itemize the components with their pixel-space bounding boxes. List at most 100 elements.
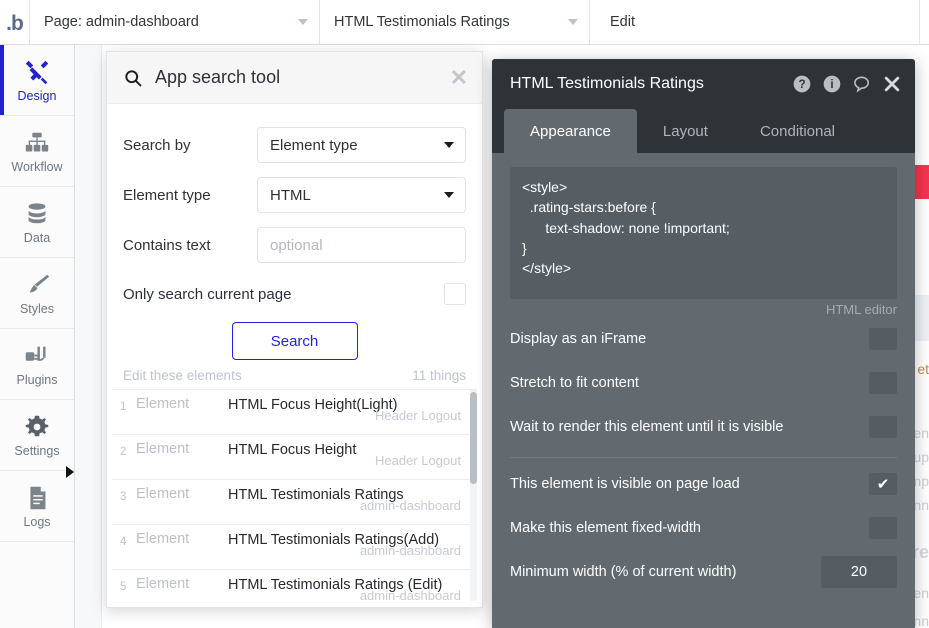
- divider: [510, 457, 897, 458]
- page-selector-label: Page: admin-dashboard: [44, 14, 199, 30]
- row-page-name: admin-dashboard: [359, 543, 461, 558]
- element-type-row: Element type HTML: [123, 170, 466, 220]
- property-editor-header: HTML Testimonials Ratings ? i: [492, 59, 915, 109]
- plug-icon: [22, 341, 52, 371]
- sidebar-item-label: Design: [17, 89, 57, 104]
- element-property-editor: HTML Testimonials Ratings ? i Appearance…: [492, 59, 915, 628]
- canvas-ghost-line: nn: [913, 497, 929, 513]
- document-icon: [22, 483, 52, 513]
- search-icon: [123, 68, 143, 88]
- canvas-ghost-line: en: [913, 425, 929, 441]
- brush-icon: [22, 270, 52, 300]
- table-row[interactable]: 3 Element HTML Testimonials Ratings admi…: [112, 480, 477, 525]
- html-editor-code[interactable]: <style> .rating-stars:before { text-shad…: [510, 167, 897, 299]
- row-page-name: Header Logout: [374, 408, 461, 423]
- canvas-ghost-line: en: [913, 585, 929, 601]
- stretch-to-fit-row: Stretch to fit content: [510, 361, 897, 405]
- element-selector-label: HTML Testimonials Ratings: [334, 14, 510, 30]
- chevron-down-icon: [444, 192, 454, 198]
- row-type: Element: [136, 396, 190, 412]
- app-search-tool-form: Search by Element type Element type HTML…: [107, 104, 482, 368]
- contains-text-input[interactable]: optional: [257, 227, 466, 263]
- search-by-value: Element type: [270, 136, 358, 154]
- app-search-tool-title: App search tool: [155, 67, 281, 87]
- edit-menu[interactable]: Edit: [590, 0, 920, 44]
- chevron-down-icon: [568, 19, 578, 25]
- row-index: 2: [120, 446, 127, 458]
- element-type-dropdown[interactable]: HTML: [257, 177, 466, 213]
- sidebar-item-logs[interactable]: Logs: [0, 471, 74, 542]
- help-icon[interactable]: ?: [792, 74, 812, 94]
- wait-to-render-row: Wait to render this element until it is …: [510, 405, 897, 449]
- wait-to-render-checkbox[interactable]: [869, 416, 897, 438]
- workflow-icon: [22, 128, 52, 158]
- minimum-width-label: Minimum width (% of current width): [510, 564, 737, 580]
- canvas-ghost-line: nn: [913, 613, 929, 628]
- visible-on-page-load-checkbox[interactable]: [869, 473, 897, 495]
- close-icon[interactable]: [882, 74, 902, 94]
- search-button-wrap: Search: [123, 318, 466, 368]
- row-type: Element: [136, 441, 190, 457]
- sidebar-item-label: Styles: [19, 302, 55, 317]
- tab-layout[interactable]: Layout: [637, 109, 734, 153]
- results-scrollbar-thumb[interactable]: [470, 392, 477, 484]
- display-as-iframe-checkbox[interactable]: [869, 328, 897, 350]
- property-editor-header-icons: ? i: [792, 74, 902, 94]
- table-row[interactable]: 2 Element HTML Focus Height Header Logou…: [112, 435, 477, 480]
- stretch-to-fit-checkbox[interactable]: [869, 372, 897, 394]
- top-toolbar: .b Page: admin-dashboard HTML Testimonia…: [0, 0, 929, 45]
- svg-text:?: ?: [798, 78, 805, 91]
- canvas-gutter: [76, 45, 102, 628]
- search-by-dropdown[interactable]: Element type: [257, 127, 466, 163]
- sidebar-expand-arrow-icon[interactable]: [66, 466, 74, 478]
- tab-appearance[interactable]: Appearance: [504, 109, 637, 153]
- row-type: Element: [136, 486, 190, 502]
- bubble-logo-icon: .b: [6, 11, 24, 35]
- table-row[interactable]: 5 Element HTML Testimonials Ratings (Edi…: [112, 570, 477, 601]
- canvas-ghost-line: up: [913, 449, 929, 465]
- minimum-width-input[interactable]: [821, 556, 897, 588]
- tab-conditional[interactable]: Conditional: [734, 109, 861, 153]
- sidebar-item-styles[interactable]: Styles: [0, 258, 74, 329]
- fixed-width-label: Make this element fixed-width: [510, 520, 701, 536]
- sidebar-item-settings[interactable]: Settings: [0, 400, 74, 471]
- comment-icon[interactable]: [852, 74, 872, 94]
- sidebar-item-design[interactable]: Design: [0, 45, 74, 116]
- close-icon[interactable]: ✕: [450, 66, 468, 89]
- app-search-tool-dialog: App search tool ✕ Search by Element type…: [106, 51, 483, 608]
- bubble-logo[interactable]: .b: [0, 0, 30, 44]
- design-icon: [22, 57, 52, 87]
- page-selector[interactable]: Page: admin-dashboard: [30, 0, 320, 44]
- search-results-list[interactable]: 1 Element HTML Focus Height(Light) Heade…: [112, 389, 477, 601]
- results-scrollbar[interactable]: [470, 390, 477, 601]
- sidebar-item-label: Workflow: [11, 160, 63, 175]
- property-editor-tabs: Appearance Layout Conditional: [492, 109, 915, 153]
- display-as-iframe-row: Display as an iFrame: [510, 317, 897, 361]
- left-sidebar: Design Workflow Data Styles Plugins Sett…: [0, 45, 75, 628]
- element-selector[interactable]: HTML Testimonials Ratings: [320, 0, 590, 44]
- row-index: 4: [120, 536, 127, 548]
- search-button[interactable]: Search: [231, 322, 358, 360]
- row-main: HTML Focus Height(Light) Header Logout: [228, 396, 461, 423]
- row-type: Element: [136, 576, 190, 592]
- table-row[interactable]: 1 Element HTML Focus Height(Light) Heade…: [112, 390, 477, 435]
- row-page-name: Header Logout: [374, 453, 461, 468]
- edit-menu-label: Edit: [610, 14, 635, 30]
- element-type-label: Element type: [123, 186, 211, 204]
- only-current-page-checkbox[interactable]: [444, 283, 466, 305]
- contains-text-row: Contains text optional: [123, 220, 466, 270]
- property-editor-body: <style> .rating-stars:before { text-shad…: [492, 153, 915, 628]
- fixed-width-checkbox[interactable]: [869, 517, 897, 539]
- sidebar-item-data[interactable]: Data: [0, 187, 74, 258]
- canvas-ghost-link: et: [917, 361, 929, 377]
- table-row[interactable]: 4 Element HTML Testimonials Ratings(Add)…: [112, 525, 477, 570]
- sidebar-item-plugins[interactable]: Plugins: [0, 329, 74, 400]
- results-meta-left: Edit these elements: [123, 368, 242, 383]
- search-by-label: Search by: [123, 136, 191, 154]
- row-element-name: HTML Focus Height: [228, 442, 357, 458]
- sidebar-item-workflow[interactable]: Workflow: [0, 116, 74, 187]
- info-icon[interactable]: i: [822, 74, 842, 94]
- display-as-iframe-label: Display as an iFrame: [510, 331, 647, 347]
- visible-on-page-load-row: This element is visible on page load: [510, 462, 897, 506]
